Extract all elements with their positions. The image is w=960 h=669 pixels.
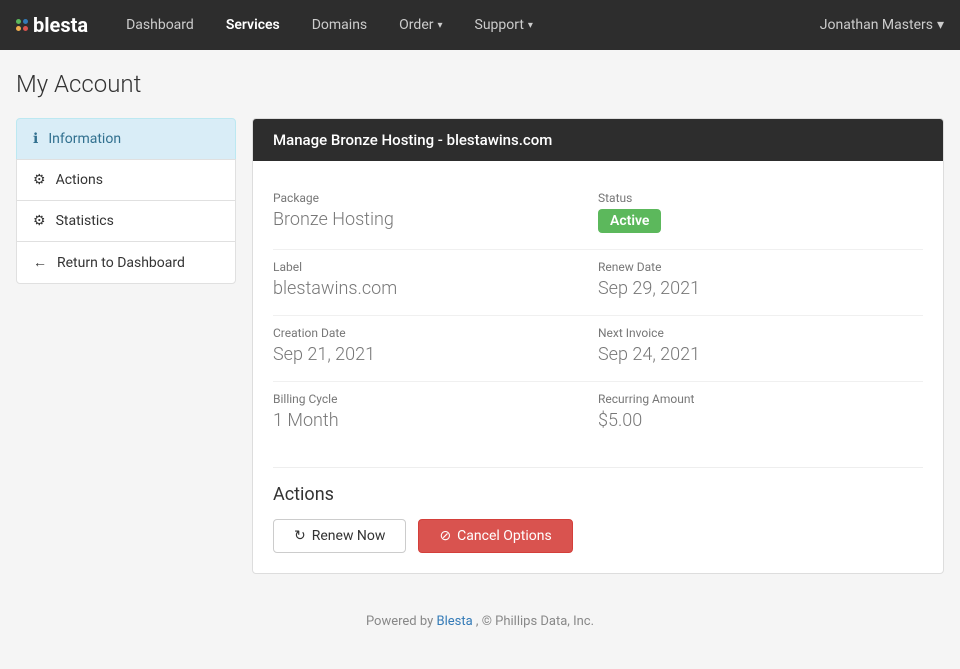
recurring-amount-label: Recurring Amount	[598, 392, 913, 406]
renew-icon: ↻	[294, 528, 306, 544]
renew-date-label: Renew Date	[598, 260, 913, 274]
topnav: blesta Dashboard Services Domains Order …	[0, 0, 960, 50]
user-name: Jonathan Masters	[820, 17, 933, 33]
logo[interactable]: blesta	[16, 13, 88, 37]
user-menu[interactable]: Jonathan Masters ▾	[820, 17, 944, 33]
sidebar-item-return[interactable]: ← Return to Dashboard	[16, 241, 236, 284]
creation-date-label: Creation Date	[273, 326, 568, 340]
label-cell: Label blestawins.com	[273, 250, 598, 316]
panel-body: Package Bronze Hosting Status Active Lab…	[253, 161, 943, 573]
actions-icon: ⚙	[33, 172, 46, 188]
label-value: blestawins.com	[273, 278, 568, 299]
statistics-icon: ⚙	[33, 213, 46, 229]
order-dropdown-arrow: ▾	[437, 20, 442, 31]
page-title: My Account	[16, 70, 944, 98]
billing-cycle-cell: Billing Cycle 1 Month	[273, 382, 598, 447]
sidebar-item-return-label: Return to Dashboard	[57, 255, 185, 271]
sidebar-item-information[interactable]: ℹ Information	[16, 118, 236, 160]
info-grid: Package Bronze Hosting Status Active Lab…	[273, 181, 923, 447]
actions-section: Actions ↻ Renew Now ⊘ Cancel Options	[273, 467, 923, 553]
return-icon: ←	[33, 254, 47, 271]
sidebar-item-information-label: Information	[48, 131, 121, 147]
recurring-amount-cell: Recurring Amount $5.00	[598, 382, 923, 447]
footer-powered-by: Powered by	[366, 614, 433, 629]
page-wrapper: My Account ℹ Information ⚙ Actions ⚙ Sta…	[0, 50, 960, 669]
information-icon: ℹ	[33, 131, 38, 147]
sidebar: ℹ Information ⚙ Actions ⚙ Statistics ← R…	[16, 118, 236, 283]
status-badge: Active	[598, 209, 661, 233]
package-cell: Package Bronze Hosting	[273, 181, 598, 250]
renew-date-cell: Renew Date Sep 29, 2021	[598, 250, 923, 316]
nav-support[interactable]: Support ▾	[461, 0, 547, 50]
footer-suffix: , © Phillips Data, Inc.	[476, 614, 594, 629]
panel-header-title: Manage Bronze Hosting - blestawins.com	[273, 131, 552, 149]
billing-cycle-value: 1 Month	[273, 410, 568, 431]
logo-dot-3	[16, 26, 21, 31]
sidebar-item-actions[interactable]: ⚙ Actions	[16, 159, 236, 201]
actions-buttons: ↻ Renew Now ⊘ Cancel Options	[273, 519, 923, 553]
footer: Powered by Blesta , © Phillips Data, Inc…	[16, 594, 944, 649]
cancel-icon: ⊘	[439, 528, 451, 544]
sidebar-item-actions-label: Actions	[56, 172, 103, 188]
next-invoice-value: Sep 24, 2021	[598, 344, 913, 365]
nav-services[interactable]: Services	[212, 0, 294, 50]
sidebar-item-statistics[interactable]: ⚙ Statistics	[16, 200, 236, 242]
logo-dot-4	[23, 26, 28, 31]
logo-dot-1	[16, 19, 21, 24]
recurring-amount-value: $5.00	[598, 410, 913, 431]
support-dropdown-arrow: ▾	[528, 20, 533, 31]
user-dropdown-arrow: ▾	[937, 17, 944, 33]
nav-domains[interactable]: Domains	[298, 0, 381, 50]
sidebar-item-statistics-label: Statistics	[56, 213, 114, 229]
status-badge-wrapper: Active	[598, 209, 913, 233]
nav-links: Dashboard Services Domains Order ▾ Suppo…	[112, 0, 820, 50]
nav-dashboard[interactable]: Dashboard	[112, 0, 208, 50]
main-panel: Manage Bronze Hosting - blestawins.com P…	[252, 118, 944, 574]
renew-date-value: Sep 29, 2021	[598, 278, 913, 299]
creation-date-value: Sep 21, 2021	[273, 344, 568, 365]
billing-cycle-label: Billing Cycle	[273, 392, 568, 406]
next-invoice-cell: Next Invoice Sep 24, 2021	[598, 316, 923, 382]
logo-dots	[16, 19, 28, 31]
cancel-options-button[interactable]: ⊘ Cancel Options	[418, 519, 572, 553]
renew-now-button[interactable]: ↻ Renew Now	[273, 519, 406, 553]
nav-order[interactable]: Order ▾	[385, 0, 456, 50]
content-layout: ℹ Information ⚙ Actions ⚙ Statistics ← R…	[16, 118, 944, 574]
status-label: Status	[598, 191, 913, 205]
package-value: Bronze Hosting	[273, 209, 568, 230]
actions-section-title: Actions	[273, 484, 923, 505]
next-invoice-label: Next Invoice	[598, 326, 913, 340]
logo-dot-2	[23, 19, 28, 24]
creation-date-cell: Creation Date Sep 21, 2021	[273, 316, 598, 382]
package-label: Package	[273, 191, 568, 205]
footer-brand-link[interactable]: Blesta	[436, 614, 472, 629]
panel-header: Manage Bronze Hosting - blestawins.com	[253, 119, 943, 161]
logo-wordmark: blesta	[33, 13, 88, 37]
label-label: Label	[273, 260, 568, 274]
status-cell: Status Active	[598, 181, 923, 250]
